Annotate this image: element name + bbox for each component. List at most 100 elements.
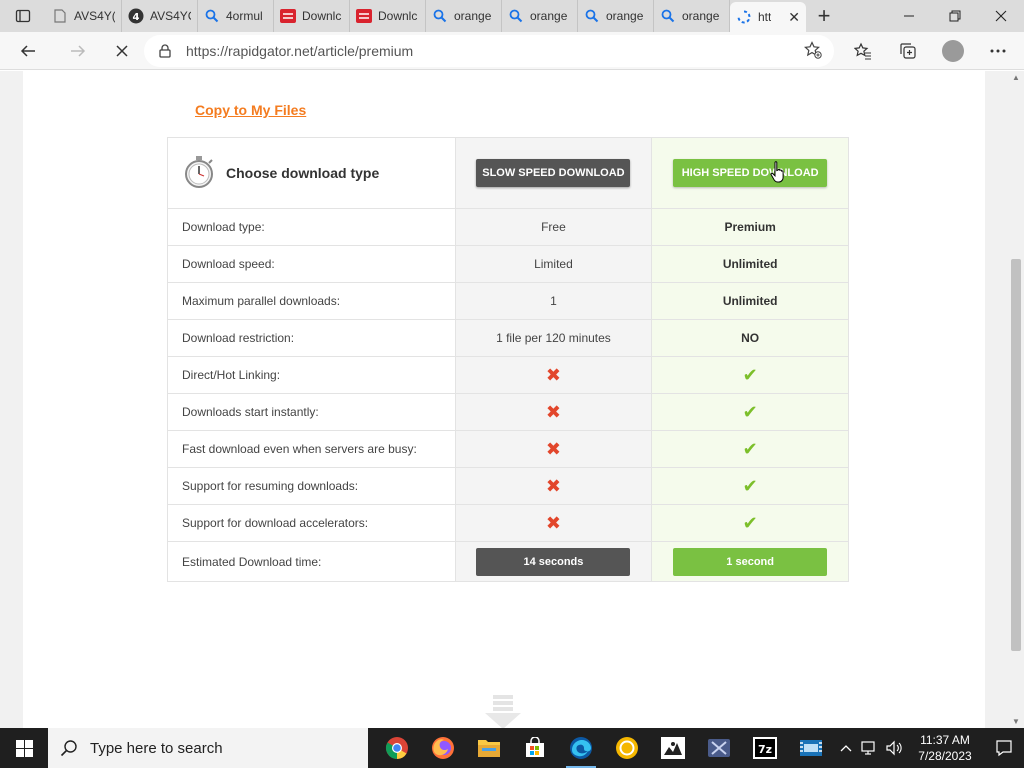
slow-speed-download-button[interactable]: SLOW SPEED DOWNLOAD [476,159,631,187]
high-speed-download-button[interactable]: HIGH SPEED DOWNLOAD [673,159,828,187]
tab-label: orange [530,9,568,23]
row-label: Downloads start instantly: [168,394,456,430]
table-row: Support for download accelerators: ✖ ✔ [168,504,848,541]
clock-time: 11:37 AM [920,733,970,747]
taskbar-search-placeholder: Type here to search [90,739,223,757]
vertical-scrollbar[interactable]: ▲ ▼ [1008,71,1024,728]
tab-label: Downlc [302,9,342,23]
row-label: Maximum parallel downloads: [168,283,456,319]
taskbar-clock[interactable]: 11:37 AM 7/28/2023 [906,732,984,764]
tab-strip: AVS4Y( 4 AVS4YC 4ormul Downlc Downlc ora… [0,0,1024,32]
free-value: ✖ [455,505,653,541]
browser-tab[interactable]: orange [426,0,502,32]
collections-icon[interactable] [885,32,930,70]
restore-icon[interactable] [932,0,978,32]
volume-icon[interactable] [882,728,906,768]
lock-icon[interactable] [156,42,174,60]
rapidgator-icon [356,8,372,24]
toolbar-right [840,32,1020,70]
yellow-circle-app-taskbar-icon[interactable] [604,728,650,768]
navigation-bar: https://rapidgator.net/article/premium [0,32,1024,70]
browser-tab[interactable]: orange [654,0,730,32]
video-editor-taskbar-icon[interactable] [696,728,742,768]
stop-loading-button[interactable] [100,32,144,70]
browser-tab[interactable]: AVS4Y( [46,0,122,32]
firefox-taskbar-icon[interactable] [420,728,466,768]
rapidgator-icon [280,8,296,24]
slow-header-cell: SLOW SPEED DOWNLOAD [455,138,653,208]
svg-text:7z: 7z [758,743,772,756]
table-row: Support for resuming downloads: ✖ ✔ [168,467,848,504]
back-button[interactable] [0,32,56,70]
browser-tab[interactable]: 4 AVS4YC [122,0,198,32]
table-row: Download restriction: 1 file per 120 min… [168,319,848,356]
clock-date: 7/28/2023 [918,749,972,763]
download-comparison-table: Choose download type SLOW SPEED DOWNLOAD… [167,137,849,582]
chrome-taskbar-icon[interactable] [374,728,420,768]
row-label: Direct/Hot Linking: [168,357,456,393]
x-mark-icon: ✖ [545,401,561,422]
film-app-taskbar-icon[interactable] [788,728,834,768]
table-row: Maximum parallel downloads: 1 Unlimited [168,282,848,319]
check-mark-icon: ✔ [742,512,758,533]
back-arrow-icon [20,44,35,57]
search-icon [60,740,77,757]
copy-to-my-files-link[interactable]: Copy to My Files [195,102,306,118]
table-row: Download speed: Limited Unlimited [168,245,848,282]
tab-actions-button[interactable] [0,0,46,32]
browser-tab[interactable]: orange [578,0,654,32]
store-taskbar-icon[interactable] [512,728,558,768]
notification-icon [996,740,1012,757]
new-tab-button[interactable]: + [806,0,842,32]
free-value: ✖ [455,394,653,430]
minimize-icon[interactable] [886,0,932,32]
stop-icon [116,44,128,57]
notifications-button[interactable] [984,728,1024,768]
row-label: Support for download accelerators: [168,505,456,541]
browser-tab[interactable]: 4ormul [198,0,274,32]
show-hidden-icons-chevron-icon[interactable] [834,728,858,768]
avatar [941,40,964,62]
choose-download-type: Choose download type [182,155,379,192]
premium-value: ✔ [652,431,848,467]
download-arrow-icon [483,695,523,728]
row-label: Support for resuming downloads: [168,468,456,504]
scroll-up-icon[interactable]: ▲ [1012,73,1020,82]
game-app-taskbar-icon[interactable] [650,728,696,768]
network-icon[interactable] [858,728,882,768]
free-value: 14 seconds [455,542,653,581]
taskbar-search-box[interactable]: Type here to search [48,728,368,768]
favorites-icon[interactable] [840,32,885,70]
check-mark-icon: ✔ [742,438,758,459]
svg-text:4: 4 [133,12,140,23]
premium-value: Premium [652,209,848,245]
url-text[interactable]: https://rapidgator.net/article/premium [186,43,413,59]
free-value: 1 file per 120 minutes [455,320,653,356]
start-button[interactable] [0,728,48,768]
profile-button[interactable] [930,32,975,70]
browser-tab[interactable]: orange [502,0,578,32]
table-row: Direct/Hot Linking: ✖ ✔ [168,356,848,393]
close-window-icon[interactable] [978,0,1024,32]
page-icon [52,8,68,24]
forward-button[interactable] [56,32,100,70]
x-mark-icon: ✖ [545,364,561,385]
windows-taskbar: Type here to search 7z 11:37 AM 7/28/202… [0,728,1024,768]
premium-value: 1 second [652,542,848,581]
free-value: ✖ [455,431,653,467]
address-bar[interactable]: https://rapidgator.net/article/premium [144,35,834,67]
browser-tab-active[interactable]: htt ✕ [730,2,806,32]
scroll-down-icon[interactable]: ▼ [1012,717,1020,726]
x-mark-icon: ✖ [545,512,561,533]
7zip-taskbar-icon[interactable]: 7z [742,728,788,768]
scrollbar-thumb[interactable] [1011,259,1021,651]
row-label: Fast download even when servers are busy… [168,431,456,467]
browser-tab[interactable]: Downlc [350,0,426,32]
x-mark-icon: ✖ [545,438,561,459]
file-explorer-taskbar-icon[interactable] [466,728,512,768]
settings-more-icon[interactable] [975,32,1020,70]
add-favorite-icon[interactable] [804,40,822,62]
browser-tab[interactable]: Downlc [274,0,350,32]
close-tab-icon[interactable]: ✕ [788,9,800,26]
edge-taskbar-icon[interactable] [558,728,604,768]
